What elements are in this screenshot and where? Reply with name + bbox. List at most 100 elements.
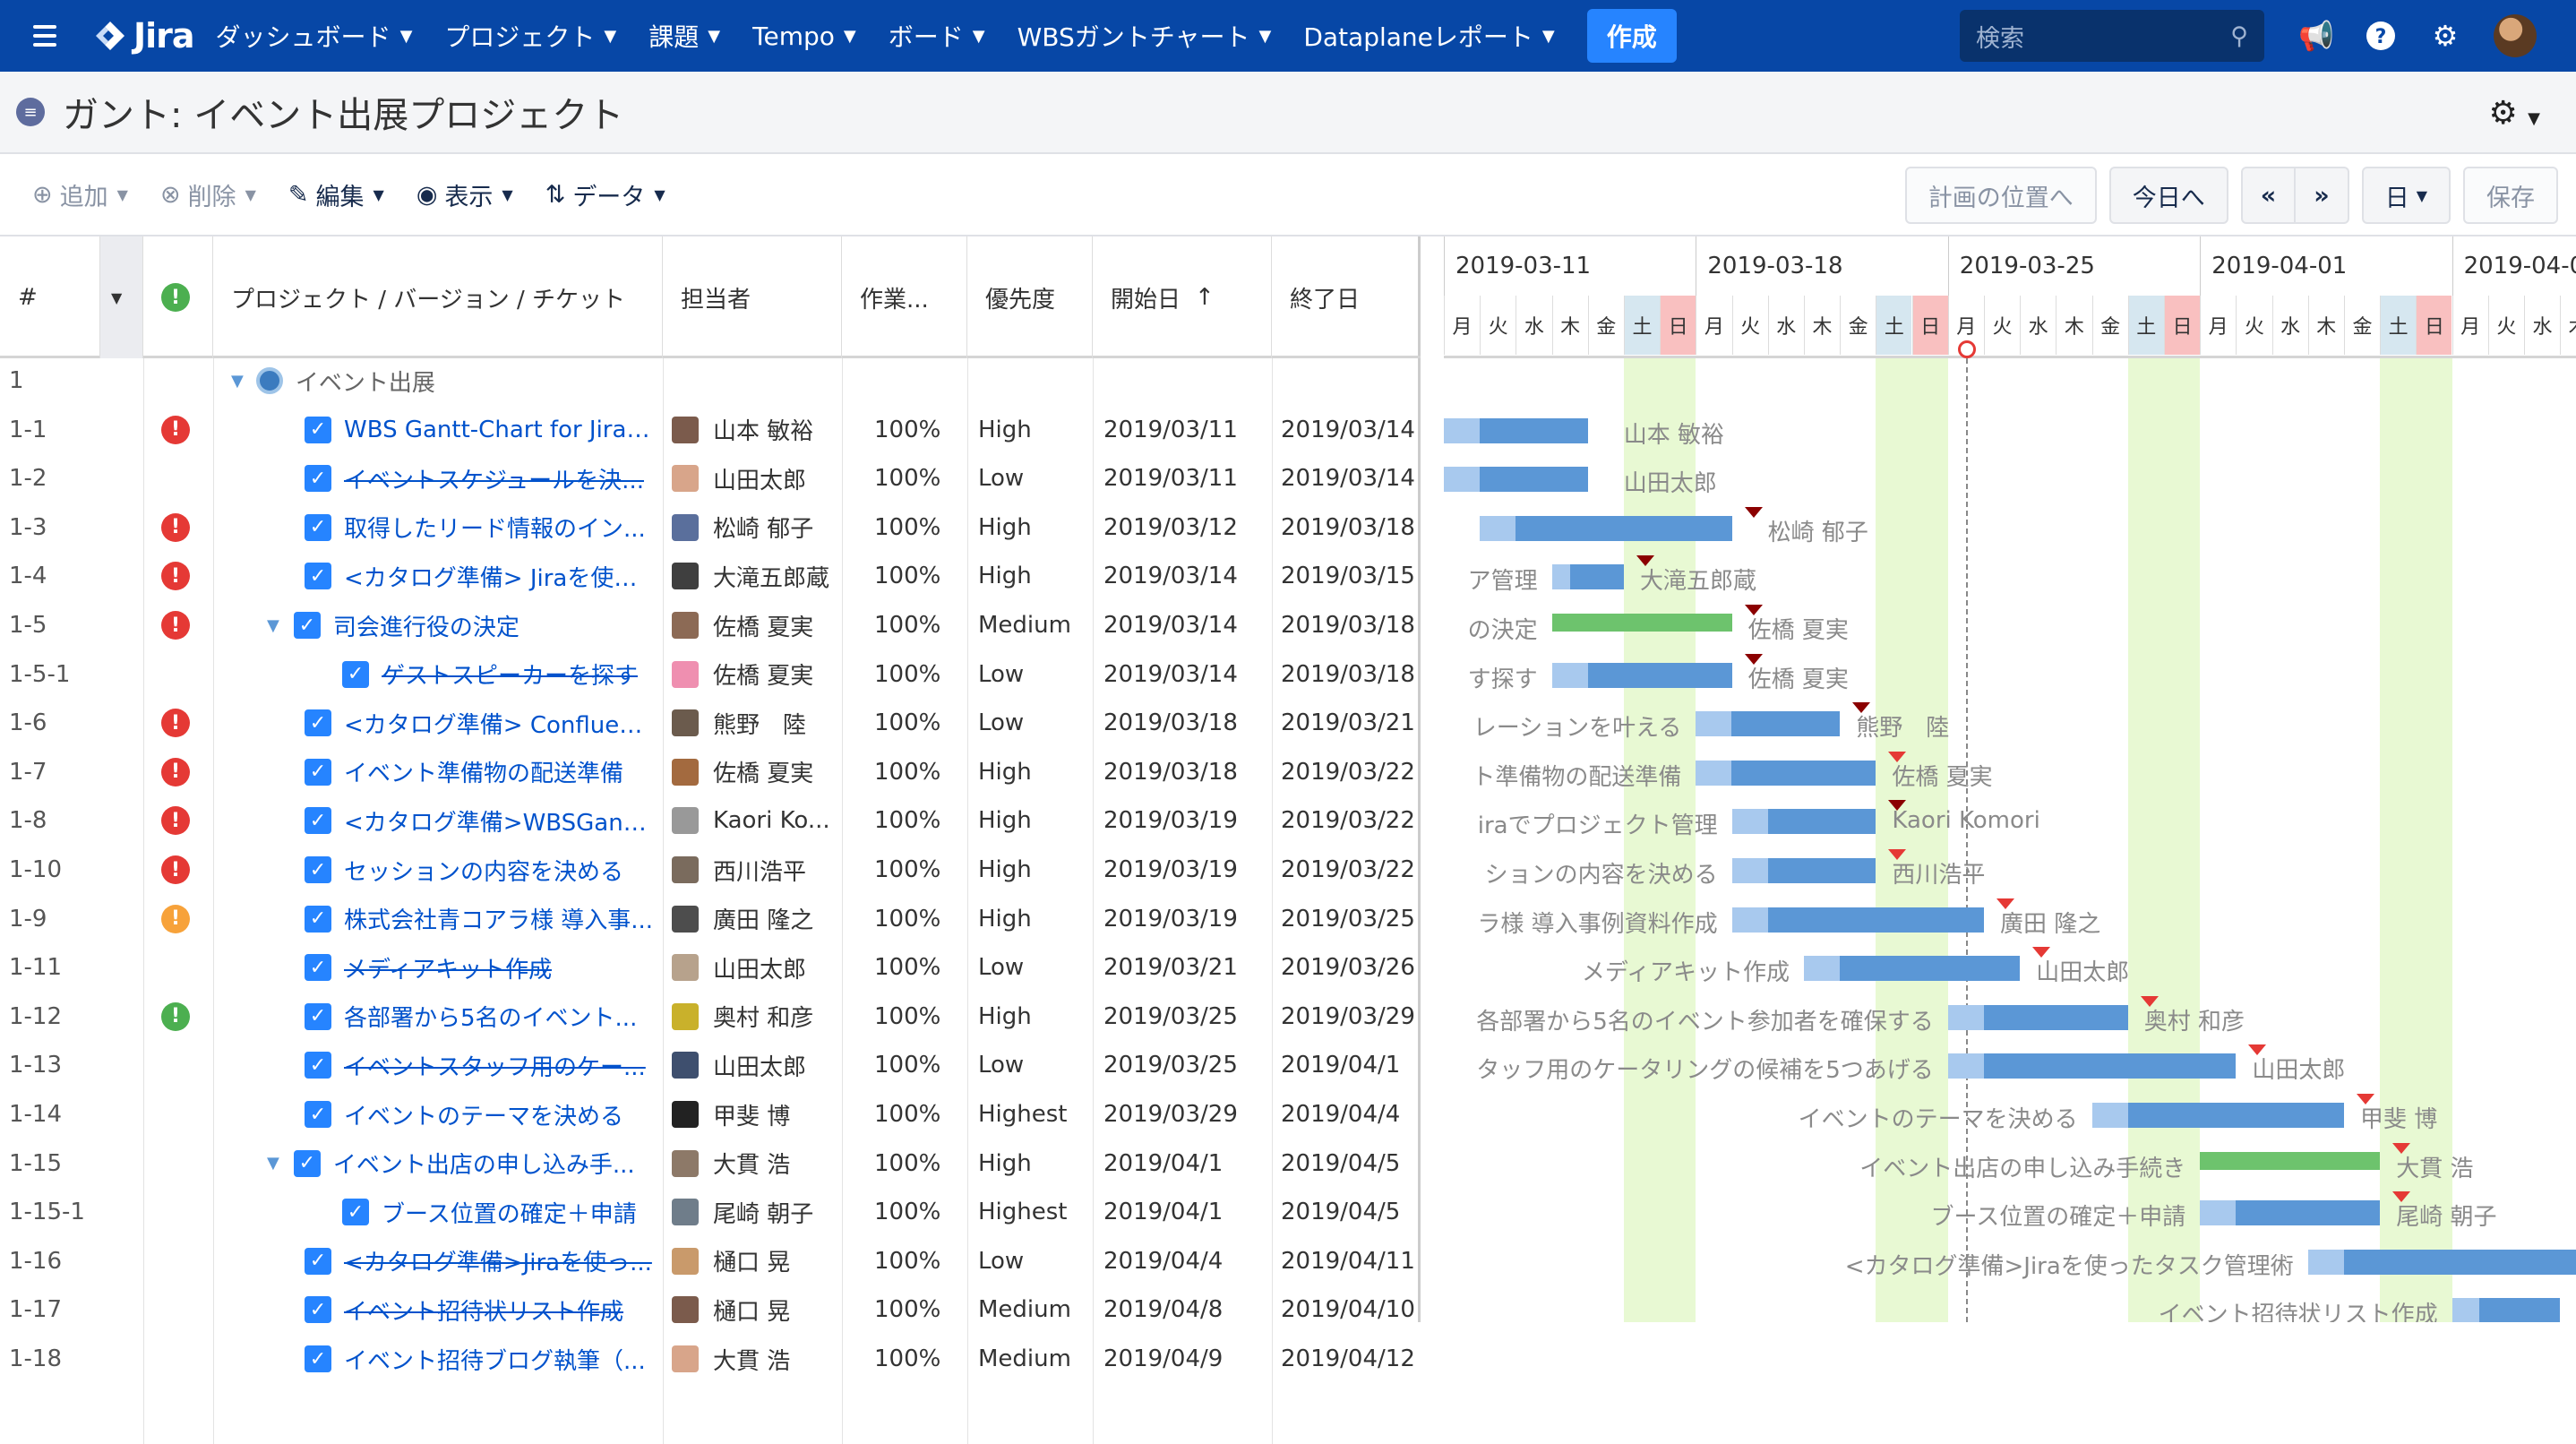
task-link[interactable]: イベント招待状リスト作成 xyxy=(344,1294,623,1327)
col-num-header[interactable]: # xyxy=(0,236,100,358)
task-bar[interactable] xyxy=(1947,1053,2237,1079)
table-row[interactable]: 1-17 ✓ イベント招待状リスト作成 樋口 晃 100% Medium 2019/04/8… xyxy=(0,1287,1421,1332)
checkbox-icon[interactable]: ✓ xyxy=(305,563,331,590)
task-bar[interactable] xyxy=(1551,564,1624,590)
nav-wbs-gantt[interactable]: WBSガントチャート ▼ xyxy=(1018,18,1272,54)
settings-gear-icon[interactable]: ⚙ xyxy=(2429,19,2461,53)
task-link[interactable]: セッションの内容を決める xyxy=(344,854,623,887)
table-row[interactable]: 1-8! ✓ <カタログ準備>WBSGantt-... Kaori Ko... 100%… xyxy=(0,798,1421,843)
task-link[interactable]: イベント出店の申し込み手... xyxy=(333,1147,635,1180)
task-link[interactable]: ブース位置の確定＋申請 xyxy=(382,1196,637,1229)
add-button[interactable]: ⊕ 追加 ▼ xyxy=(32,177,128,212)
table-row[interactable]: 1-15 ▼ ✓ イベント出店の申し込み手... 大貫 浩 100% High 2019/04… xyxy=(0,1141,1421,1186)
checkbox-icon[interactable]: ✓ xyxy=(293,612,321,639)
table-row[interactable]: 1-14 ✓ イベントのテーマを決める 甲斐 博 100% Highest 2019/03/… xyxy=(0,1092,1421,1137)
task-link[interactable]: <カタログ準備>WBSGantt-... xyxy=(344,804,654,838)
task-link[interactable]: イベントのテーマを決める xyxy=(344,1098,623,1131)
task-bar[interactable] xyxy=(2451,1298,2561,1322)
app-switcher-icon[interactable] xyxy=(33,25,67,47)
table-row[interactable]: 1-7! ✓ イベント準備物の配送準備 佐橋 夏実 100% High 2019/03/18… xyxy=(0,750,1421,795)
checkbox-icon[interactable]: ✓ xyxy=(305,1101,331,1128)
col-end-header[interactable]: 終了日 xyxy=(1272,236,1421,358)
checkbox-icon[interactable]: ✓ xyxy=(305,954,331,982)
nav-tempo[interactable]: Tempo ▼ xyxy=(752,21,856,51)
table-row[interactable]: 1-11 ✓ メディアキット作成 山田太郎 100% Low 2019/03/21 2019/… xyxy=(0,945,1421,990)
nav-issues[interactable]: 課題 ▼ xyxy=(648,18,720,54)
next-button[interactable]: » xyxy=(2296,167,2349,224)
data-button[interactable]: ⇅ データ ▼ xyxy=(545,177,665,212)
expand-chevron-icon[interactable]: ▼ xyxy=(267,616,279,635)
user-avatar[interactable] xyxy=(2494,14,2537,57)
checkbox-icon[interactable]: ✓ xyxy=(305,465,331,493)
task-link[interactable]: <カタログ準備> Jiraを使っ... xyxy=(344,560,654,593)
table-row[interactable]: 1-5! ▼ ✓ 司会進行役の決定 佐橋 夏実 100% Medium 2019/03/14 2… xyxy=(0,603,1421,648)
checkbox-icon[interactable]: ✓ xyxy=(305,905,331,933)
table-row[interactable]: 1-9! ✓ 株式会社青コアラ様 導入事... 廣田 隆之 100% High 2019/0… xyxy=(0,897,1421,941)
today-button[interactable]: 今日へ xyxy=(2108,167,2228,224)
task-bar[interactable] xyxy=(2307,1249,2576,1275)
edit-button[interactable]: ✎ 編集 ▼ xyxy=(288,177,384,212)
help-icon[interactable]: ? xyxy=(2365,20,2397,52)
table-row[interactable]: 1-16 ✓ <カタログ準備>Jiraを使っ... 樋口 晃 100% Low 2019/0… xyxy=(0,1239,1421,1284)
task-bar[interactable] xyxy=(1444,417,1588,443)
checkbox-icon[interactable]: ✓ xyxy=(293,1149,321,1177)
nav-boards[interactable]: ボード ▼ xyxy=(889,18,985,54)
checkbox-icon[interactable]: ✓ xyxy=(305,1052,331,1079)
task-link[interactable]: イベントスケジュールを決... xyxy=(344,462,644,495)
nav-dataplane[interactable]: Dataplaneレポート ▼ xyxy=(1303,18,1554,54)
task-link[interactable]: <カタログ準備>Jiraを使っ... xyxy=(344,1244,652,1277)
task-link[interactable]: WBS Gantt-Chart for Jira ... xyxy=(344,417,654,443)
table-row[interactable]: 1-6! ✓ <カタログ準備> Confluenc... 熊野 陸 100% Low 201… xyxy=(0,701,1421,745)
checkbox-icon[interactable]: ✓ xyxy=(305,856,331,883)
checkbox-icon[interactable]: ✓ xyxy=(305,1296,331,1324)
checkbox-icon[interactable]: ✓ xyxy=(305,758,331,786)
col-priority-header[interactable]: 優先度 xyxy=(967,236,1093,358)
checkbox-icon[interactable]: ✓ xyxy=(305,513,331,541)
page-settings-gear-icon[interactable]: ⚙ ▼ xyxy=(2488,95,2540,132)
checkbox-icon[interactable]: ✓ xyxy=(305,709,331,737)
task-link[interactable]: イベントスタッフ用のケー... xyxy=(344,1049,646,1082)
task-link[interactable]: 株式会社青コアラ様 導入事... xyxy=(344,902,653,935)
task-link[interactable]: <カタログ準備> Confluenc... xyxy=(344,707,654,740)
search-input[interactable]: 検索 ⚲ xyxy=(1960,10,2264,62)
task-bar[interactable] xyxy=(2200,1200,2381,1226)
task-link[interactable]: 各部署から5名のイベント... xyxy=(344,1000,637,1033)
col-warning-header[interactable]: ! xyxy=(143,236,213,358)
task-bar[interactable] xyxy=(1947,1004,2128,1030)
task-bar[interactable] xyxy=(1696,760,1876,786)
table-row[interactable]: 1-3! ✓ 取得したリード情報のイン... 松崎 郁子 100% High 2019/03… xyxy=(0,505,1421,550)
summary-bar[interactable] xyxy=(2200,1151,2381,1170)
task-bar[interactable] xyxy=(1696,711,1841,737)
table-row[interactable]: 1-1! ✓ WBS Gantt-Chart for Jira ... 山本 敏裕 10… xyxy=(0,408,1421,452)
expand-chevron-icon[interactable]: ▼ xyxy=(267,1154,279,1173)
table-row[interactable]: 1-2 ✓ イベントスケジュールを決... 山田太郎 100% Low 2019/03/11… xyxy=(0,456,1421,501)
table-row[interactable]: 1-4! ✓ <カタログ準備> Jiraを使っ... 大滝五郎蔵 100% High 201… xyxy=(0,554,1421,598)
nav-projects[interactable]: プロジェクト ▼ xyxy=(444,18,616,54)
task-bar[interactable] xyxy=(1444,467,1588,493)
task-link[interactable]: 司会進行役の決定 xyxy=(333,609,519,642)
checkbox-icon[interactable]: ✓ xyxy=(305,416,331,443)
checkbox-icon[interactable]: ✓ xyxy=(305,1247,331,1275)
task-bar[interactable] xyxy=(1731,809,1876,835)
task-bar[interactable] xyxy=(1480,515,1732,541)
task-bar[interactable] xyxy=(2091,1103,2344,1128)
col-assignee-header[interactable]: 担当者 xyxy=(663,236,842,358)
save-button[interactable]: 保存 xyxy=(2463,167,2558,224)
task-link[interactable]: イベント招待ブログ執筆（... xyxy=(344,1343,646,1376)
table-row[interactable]: 1-5-1 ✓ ゲストスピーカーを探す 佐橋 夏実 100% Low 2019/03/14 2… xyxy=(0,652,1421,697)
table-row[interactable]: 1-18 ✓ イベント招待ブログ執筆（... 大貫 浩 100% Medium 2019/0… xyxy=(0,1337,1421,1381)
task-bar[interactable] xyxy=(1731,907,1984,933)
task-bar[interactable] xyxy=(1551,662,1732,688)
col-menu-chevron-icon[interactable]: ▼ xyxy=(100,236,143,358)
checkbox-icon[interactable]: ✓ xyxy=(342,660,369,688)
checkbox-icon[interactable]: ✓ xyxy=(305,807,331,835)
col-work-header[interactable]: 作業... xyxy=(842,236,967,358)
summary-bar[interactable] xyxy=(1551,614,1732,632)
create-button[interactable]: 作成 xyxy=(1586,9,1677,63)
task-link[interactable]: 取得したリード情報のイン... xyxy=(344,511,646,544)
view-button[interactable]: ◉ 表示 ▼ xyxy=(416,177,513,212)
prev-button[interactable]: « xyxy=(2240,167,2297,224)
col-tree-header[interactable]: プロジェクト / バージョン / チケット xyxy=(213,236,663,358)
nav-dashboard[interactable]: ダッシュボード ▼ xyxy=(216,18,413,54)
jira-logo[interactable]: Jira xyxy=(94,16,195,56)
